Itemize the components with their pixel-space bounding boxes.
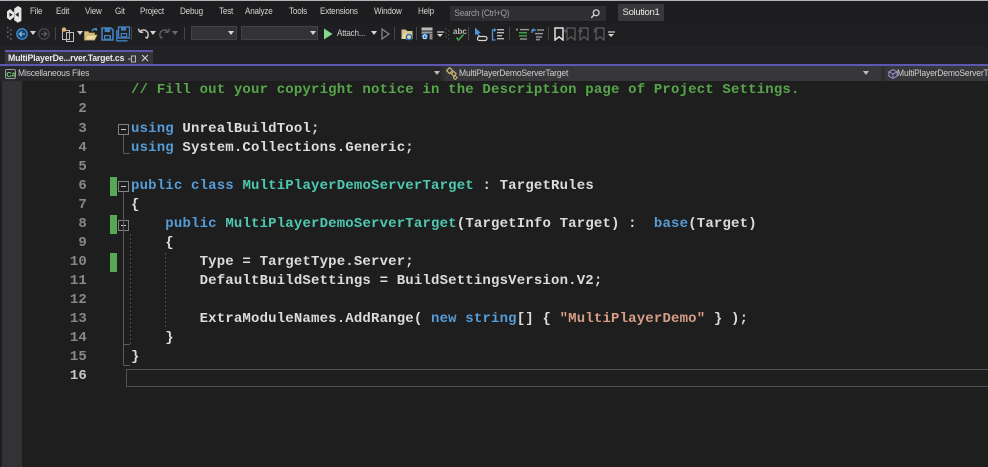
svg-text:abc: abc bbox=[453, 27, 467, 36]
svg-text:C#: C# bbox=[6, 70, 16, 79]
